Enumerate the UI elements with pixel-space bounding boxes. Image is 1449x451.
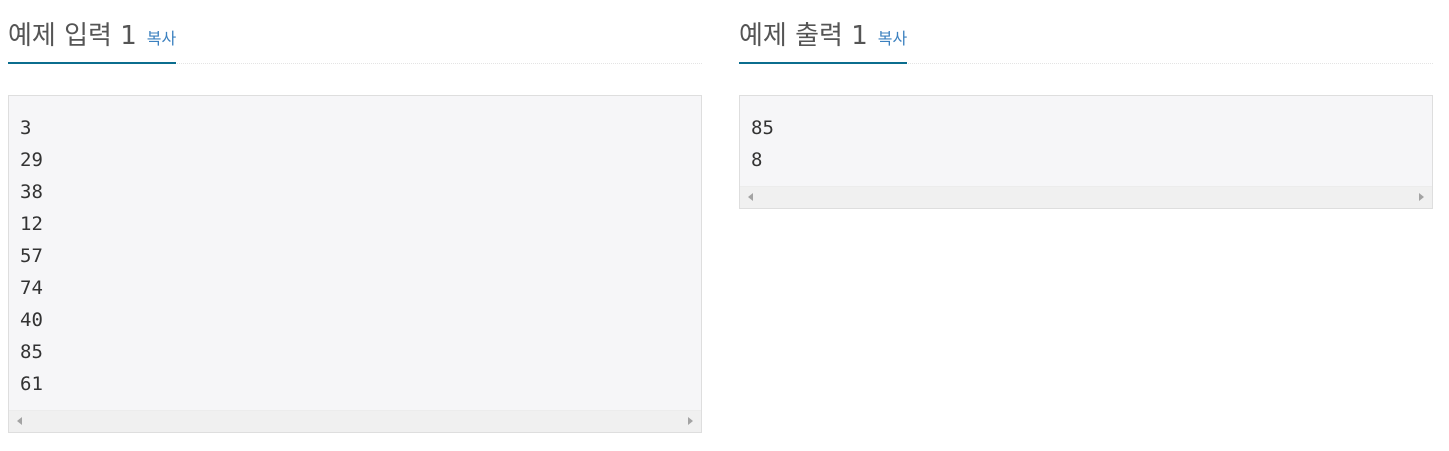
- sample-input-box[interactable]: 3 29 38 12 57 74 40 85 61: [8, 95, 702, 433]
- scroll-right-arrow-icon[interactable]: [1419, 193, 1424, 201]
- input-line: 38: [20, 181, 43, 203]
- sample-input-panel: 예제 입력 1 복사 3 29 38 12 57 74 40 85 61: [8, 0, 702, 433]
- sample-input-title: 예제 입력 1: [8, 21, 137, 51]
- input-line: 85: [20, 341, 43, 363]
- input-line: 61: [20, 373, 43, 395]
- input-line: 74: [20, 277, 43, 299]
- sample-input-title-wrap: 예제 입력 1 복사: [8, 0, 177, 64]
- copy-input-button[interactable]: 복사: [147, 29, 176, 48]
- sample-output-content: 85 8: [740, 96, 1432, 186]
- sample-output-box[interactable]: 85 8: [739, 95, 1433, 209]
- input-line: 12: [20, 213, 43, 235]
- input-line: 40: [20, 309, 43, 331]
- input-line: 29: [20, 149, 43, 171]
- output-line: 85: [751, 117, 774, 139]
- sample-output-panel: 예제 출력 1 복사 85 8: [739, 0, 1433, 209]
- sample-output-title: 예제 출력 1: [739, 21, 868, 51]
- input-horizontal-scrollbar[interactable]: [9, 410, 701, 432]
- scroll-left-arrow-icon[interactable]: [17, 417, 22, 425]
- output-horizontal-scrollbar[interactable]: [740, 186, 1432, 208]
- sample-input-headline: 예제 입력 1 복사: [8, 0, 702, 64]
- input-line: 57: [20, 245, 43, 267]
- scroll-right-arrow-icon[interactable]: [688, 417, 693, 425]
- scroll-left-arrow-icon[interactable]: [748, 193, 753, 201]
- copy-output-button[interactable]: 복사: [878, 29, 907, 48]
- output-line: 8: [751, 149, 763, 171]
- sample-output-headline: 예제 출력 1 복사: [739, 0, 1433, 64]
- input-line: 3: [20, 117, 32, 139]
- sample-output-title-wrap: 예제 출력 1 복사: [739, 0, 908, 64]
- sample-input-content: 3 29 38 12 57 74 40 85 61: [9, 96, 701, 410]
